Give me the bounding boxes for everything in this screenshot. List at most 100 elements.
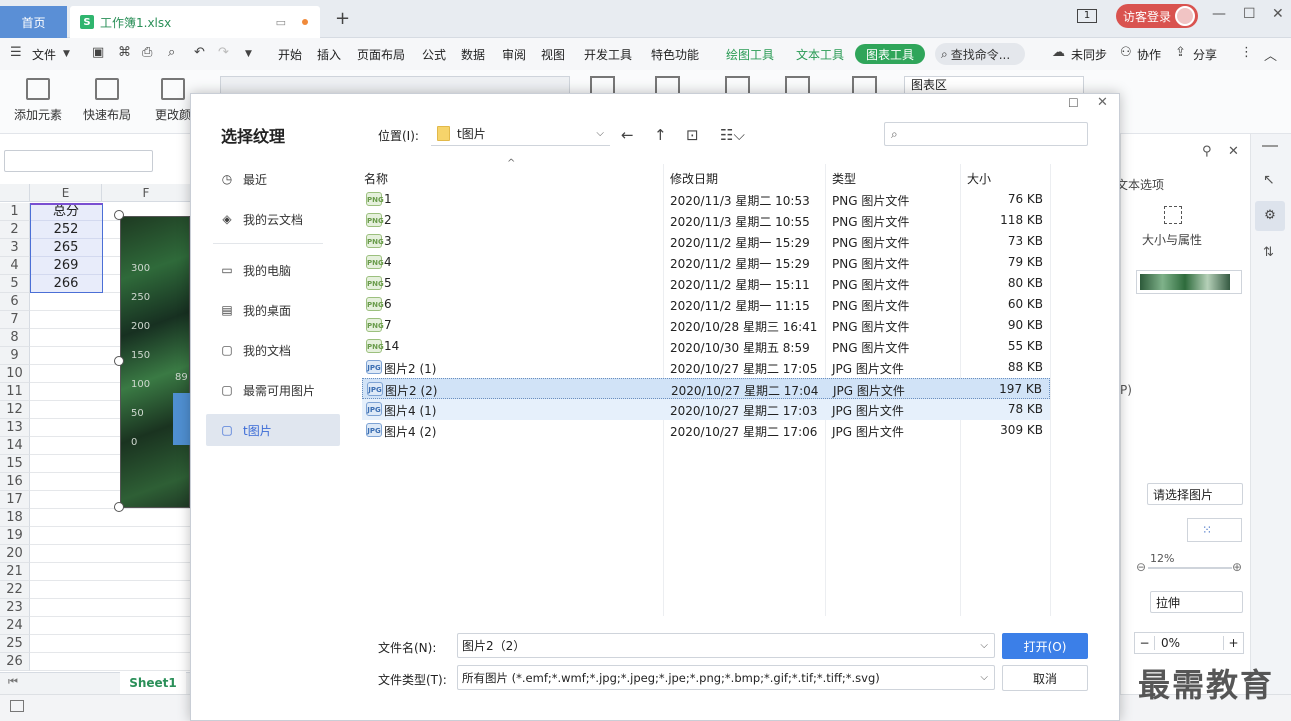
open-button[interactable]: 打开(O): [1002, 633, 1088, 659]
text-options-tab[interactable]: 文本选项: [1120, 176, 1164, 193]
scale-minus-icon[interactable]: ⊖: [1136, 560, 1146, 574]
file-row[interactable]: PNG 3 2020/11/2 星期一 15:29 PNG 图片文件 73 KB: [362, 231, 1050, 252]
row-header[interactable]: 2: [0, 221, 30, 239]
stretch-dropdown[interactable]: 拉伸: [1150, 591, 1243, 613]
tab-workbook[interactable]: S 工作簿1.xlsx ▭: [70, 6, 320, 38]
row-header[interactable]: 22: [0, 581, 30, 599]
new-folder-icon[interactable]: ⊡: [686, 126, 699, 144]
undo-icon[interactable]: ↶: [194, 45, 205, 60]
change-color-button[interactable]: 更改颜: [155, 78, 191, 123]
format-icon[interactable]: ⇅: [1263, 245, 1274, 260]
maximize-icon[interactable]: ☐: [1243, 6, 1256, 22]
resize-handle-top-left[interactable]: [114, 210, 124, 220]
cancel-button[interactable]: 取消: [1002, 665, 1088, 691]
row-header[interactable]: 26: [0, 653, 30, 671]
sidebar-item-desktop[interactable]: ▤ 我的桌面: [206, 294, 340, 326]
chevron-down-icon[interactable]: ▼: [63, 49, 70, 59]
redo-icon[interactable]: ↷: [218, 45, 229, 60]
chart-tool-icon-5[interactable]: [852, 76, 877, 94]
sidebar-item-recent[interactable]: ◷ 最近: [206, 163, 340, 195]
menu-file[interactable]: 文件: [32, 46, 56, 63]
row-header[interactable]: 21: [0, 563, 30, 581]
row-header[interactable]: 24: [0, 617, 30, 635]
offset-stepper[interactable]: − 0% +: [1134, 632, 1244, 654]
chart-bar[interactable]: [173, 393, 191, 445]
new-tab-button[interactable]: +: [335, 8, 350, 29]
grid-row[interactable]: [30, 563, 190, 581]
monitor-icon[interactable]: ▭: [276, 16, 286, 29]
menu-start[interactable]: 开始: [278, 46, 302, 63]
row-header[interactable]: 5: [0, 275, 30, 293]
chevron-down-icon[interactable]: ⌵: [980, 640, 988, 651]
sync-status[interactable]: 未同步: [1071, 46, 1107, 63]
row-header[interactable]: 16: [0, 473, 30, 491]
menu-formula[interactable]: 公式: [422, 46, 446, 63]
grid-row[interactable]: [30, 527, 190, 545]
file-row[interactable]: JPG 图片4 (1) 2020/10/27 星期二 17:03 JPG 图片文件 78…: [362, 399, 1050, 420]
add-element-button[interactable]: 添加元素: [8, 78, 68, 123]
row-header[interactable]: 20: [0, 545, 30, 563]
texture-picker[interactable]: [1136, 270, 1242, 294]
view-menu-icon[interactable]: ☷⌵: [720, 126, 745, 144]
dialog-close-icon[interactable]: ✕: [1097, 95, 1108, 110]
row-header[interactable]: 12: [0, 401, 30, 419]
collapse-ribbon-icon[interactable]: ︿: [1264, 45, 1277, 64]
sheet-nav-icon[interactable]: ⏮: [8, 675, 18, 689]
row-header[interactable]: 7: [0, 311, 30, 329]
file-row[interactable]: JPG 图片2 (2) 2020/10/27 星期二 17:04 JPG 图片文件 19…: [362, 378, 1050, 399]
grid-row[interactable]: [30, 545, 190, 563]
file-row[interactable]: PNG 6 2020/11/2 星期一 11:15 PNG 图片文件 60 KB: [362, 294, 1050, 315]
column-header-date[interactable]: 修改日期: [670, 170, 718, 187]
sidebar-item-t-pictures[interactable]: ▢ t图片: [206, 414, 340, 446]
format-painter-icon[interactable]: ⌘: [118, 45, 131, 60]
cloud-sync-icon[interactable]: ☁: [1052, 45, 1065, 60]
row-header[interactable]: 23: [0, 599, 30, 617]
properties-icon[interactable]: ⚙: [1255, 201, 1285, 231]
file-row[interactable]: PNG 14 2020/10/30 星期五 8:59 PNG 图片文件 55 KB: [362, 336, 1050, 357]
scale-slider[interactable]: [1148, 567, 1232, 569]
window-count-badge[interactable]: 1: [1077, 9, 1097, 23]
row-header[interactable]: 11: [0, 383, 30, 401]
chart-element-select[interactable]: 图表区: [904, 76, 1084, 94]
menu-page-layout[interactable]: 页面布局: [357, 46, 405, 63]
close-panel-icon[interactable]: ✕: [1228, 144, 1239, 159]
status-view-icon[interactable]: [10, 700, 24, 712]
column-header-type[interactable]: 类型: [832, 170, 856, 187]
offset-plus-button[interactable]: +: [1223, 636, 1243, 650]
corner-select-all[interactable]: [0, 184, 30, 202]
resize-handle-bottom-left[interactable]: [114, 502, 124, 512]
column-header-name[interactable]: 名称: [364, 170, 388, 187]
save-icon[interactable]: ▣: [92, 45, 104, 60]
file-row[interactable]: PNG 7 2020/10/28 星期三 16:41 PNG 图片文件 90 KB: [362, 315, 1050, 336]
command-search[interactable]: ⌕ 查找命令...: [935, 43, 1025, 65]
share-button[interactable]: 分享: [1193, 46, 1217, 63]
dialog-maximize-icon[interactable]: ☐: [1068, 96, 1079, 110]
column-header-e[interactable]: E: [30, 184, 102, 202]
minimize-icon[interactable]: —: [1212, 6, 1226, 22]
print-preview-icon[interactable]: ⌕: [168, 45, 175, 60]
sheet-tab-sheet1[interactable]: Sheet1: [120, 672, 186, 694]
file-row[interactable]: PNG 5 2020/11/2 星期一 15:11 PNG 图片文件 80 KB: [362, 273, 1050, 294]
menu-developer[interactable]: 开发工具: [584, 46, 632, 63]
row-header[interactable]: 13: [0, 419, 30, 437]
menu-view[interactable]: 视图: [541, 46, 565, 63]
chart-object[interactable]: 300 250 200 150 100 50 0 89: [120, 216, 191, 508]
row-header[interactable]: 15: [0, 455, 30, 473]
menu-insert[interactable]: 插入: [317, 46, 341, 63]
size-props-tab[interactable]: 大小与属性: [1142, 231, 1202, 248]
offset-minus-button[interactable]: −: [1135, 636, 1155, 650]
row-header[interactable]: 18: [0, 509, 30, 527]
row-header[interactable]: 14: [0, 437, 30, 455]
sidebar-item-cloud[interactable]: ◈ 我的云文档: [206, 203, 340, 235]
menu-review[interactable]: 审阅: [502, 46, 526, 63]
hamburger-icon[interactable]: ☰: [10, 45, 22, 60]
grid-row[interactable]: [30, 617, 190, 635]
file-row[interactable]: PNG 2 2020/11/3 星期二 10:55 PNG 图片文件 118 KB: [362, 210, 1050, 231]
row-header[interactable]: 3: [0, 239, 30, 257]
customize-toolbar-icon[interactable]: ▼: [245, 49, 252, 59]
grid-row[interactable]: [30, 581, 190, 599]
tab-home[interactable]: 首页: [0, 6, 67, 38]
file-row[interactable]: JPG 图片2 (1) 2020/10/27 星期二 17:05 JPG 图片文件 88…: [362, 357, 1050, 378]
tab-drawing-tools[interactable]: 绘图工具: [726, 46, 774, 63]
size-props-icon[interactable]: [1164, 206, 1182, 224]
